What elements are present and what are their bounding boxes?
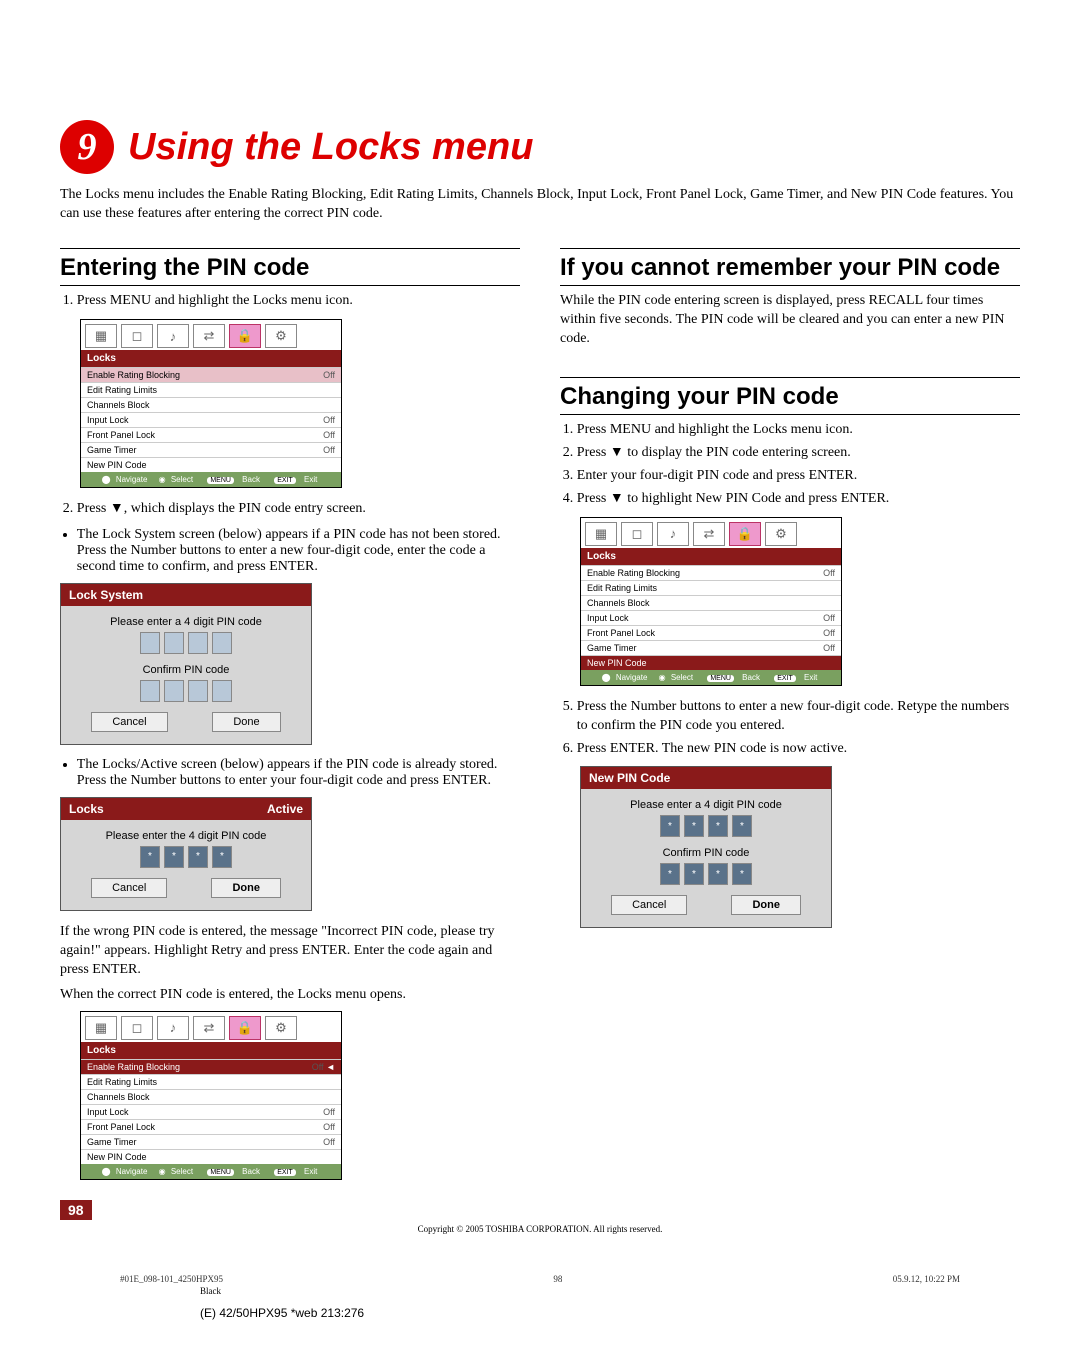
step-text: Press ▼, which displays the PIN code ent…: [77, 500, 520, 519]
dialog-title: New PIN Code: [581, 767, 831, 789]
figure-locks-menu: ▦ ◻ ♪ ⇄ 🔒 ⚙ Locks Enable Rating Blocking…: [80, 319, 342, 488]
menu-icon: ▦: [85, 324, 117, 348]
done-button: Done: [212, 712, 280, 732]
step-text: Enter your four-digit PIN code and press…: [577, 467, 1020, 486]
figure-locks-menu-open: ▦◻♪ ⇄🔒⚙ Locks Enable Rating BlockingOff …: [80, 1011, 342, 1180]
dialog-prompt: Please enter a 4 digit PIN code: [69, 616, 303, 628]
menu-icon: ◻: [121, 324, 153, 348]
model-line: (E) 42/50HPX95 *web 213:276: [0, 1302, 1080, 1350]
chapter-intro: The Locks menu includes the Enable Ratin…: [60, 186, 1020, 224]
chapter-number-badge: 9: [60, 120, 114, 174]
dialog-title: Locks: [69, 802, 104, 816]
section-heading-change-pin: Changing your PIN code: [560, 384, 1020, 410]
osd-title: Locks: [81, 350, 341, 367]
page-number: 98: [60, 1200, 92, 1220]
figure-locks-menu-newpin: ▦◻♪ ⇄🔒⚙ Locks Enable Rating BlockingOff …: [580, 517, 842, 686]
footer-file-id: #01E_098-101_4250HPX95: [120, 1274, 223, 1284]
menu-icon: ♪: [157, 324, 189, 348]
footer-timestamp: 05.9.12, 10:22 PM: [893, 1274, 960, 1284]
body-text: If the wrong PIN code is entered, the me…: [60, 923, 520, 980]
figure-new-pin-dialog: New PIN Code Please enter a 4 digit PIN …: [580, 766, 832, 928]
footer-color: Black: [0, 1286, 1080, 1302]
bullet-text: The Lock System screen (below) appears i…: [77, 527, 520, 575]
dialog-prompt: Confirm PIN code: [589, 847, 823, 859]
figure-locks-active-dialog: Locks Active Please enter the 4 digit PI…: [60, 797, 312, 911]
body-text: While the PIN code entering screen is di…: [560, 292, 1020, 349]
lock-icon: 🔒: [229, 324, 261, 348]
step-text: Press ▼ to highlight New PIN Code and pr…: [577, 490, 1020, 509]
dialog-prompt: Please enter the 4 digit PIN code: [69, 830, 303, 842]
footer-page: 98: [553, 1274, 562, 1284]
step-text: Press the Number buttons to enter a new …: [577, 698, 1020, 736]
dialog-title: Lock System: [61, 584, 311, 606]
step-text: Press MENU and highlight the Locks menu …: [77, 292, 520, 311]
osd-footer: ⬤ Navigate ◉ Select MENU Back EXIT Exit: [81, 472, 341, 487]
dialog-prompt: Please enter a 4 digit PIN code: [589, 799, 823, 811]
section-heading-entering-pin: Entering the PIN code: [60, 255, 520, 281]
menu-icon: ⇄: [193, 324, 225, 348]
figure-lock-system-dialog: Lock System Please enter a 4 digit PIN c…: [60, 583, 312, 745]
body-text: When the correct PIN code is entered, th…: [60, 986, 520, 1005]
dialog-prompt: Confirm PIN code: [69, 664, 303, 676]
step-text: Press ENTER. The new PIN code is now act…: [577, 740, 1020, 759]
cancel-button: Cancel: [611, 895, 687, 915]
menu-icon: ⚙: [265, 324, 297, 348]
chapter-title: Using the Locks menu: [128, 126, 533, 169]
copyright-text: Copyright © 2005 TOSHIBA CORPORATION. Al…: [60, 1224, 1020, 1234]
bullet-text: The Locks/Active screen (below) appears …: [77, 757, 520, 789]
done-button: Done: [211, 878, 281, 898]
done-button: Done: [731, 895, 801, 915]
section-heading-forgot-pin: If you cannot remember your PIN code: [560, 255, 1020, 281]
step-text: Press MENU and highlight the Locks menu …: [577, 421, 1020, 440]
step-text: Press ▼ to display the PIN code entering…: [577, 444, 1020, 463]
cancel-button: Cancel: [91, 878, 167, 898]
dialog-status: Active: [267, 802, 303, 816]
cancel-button: Cancel: [91, 712, 167, 732]
